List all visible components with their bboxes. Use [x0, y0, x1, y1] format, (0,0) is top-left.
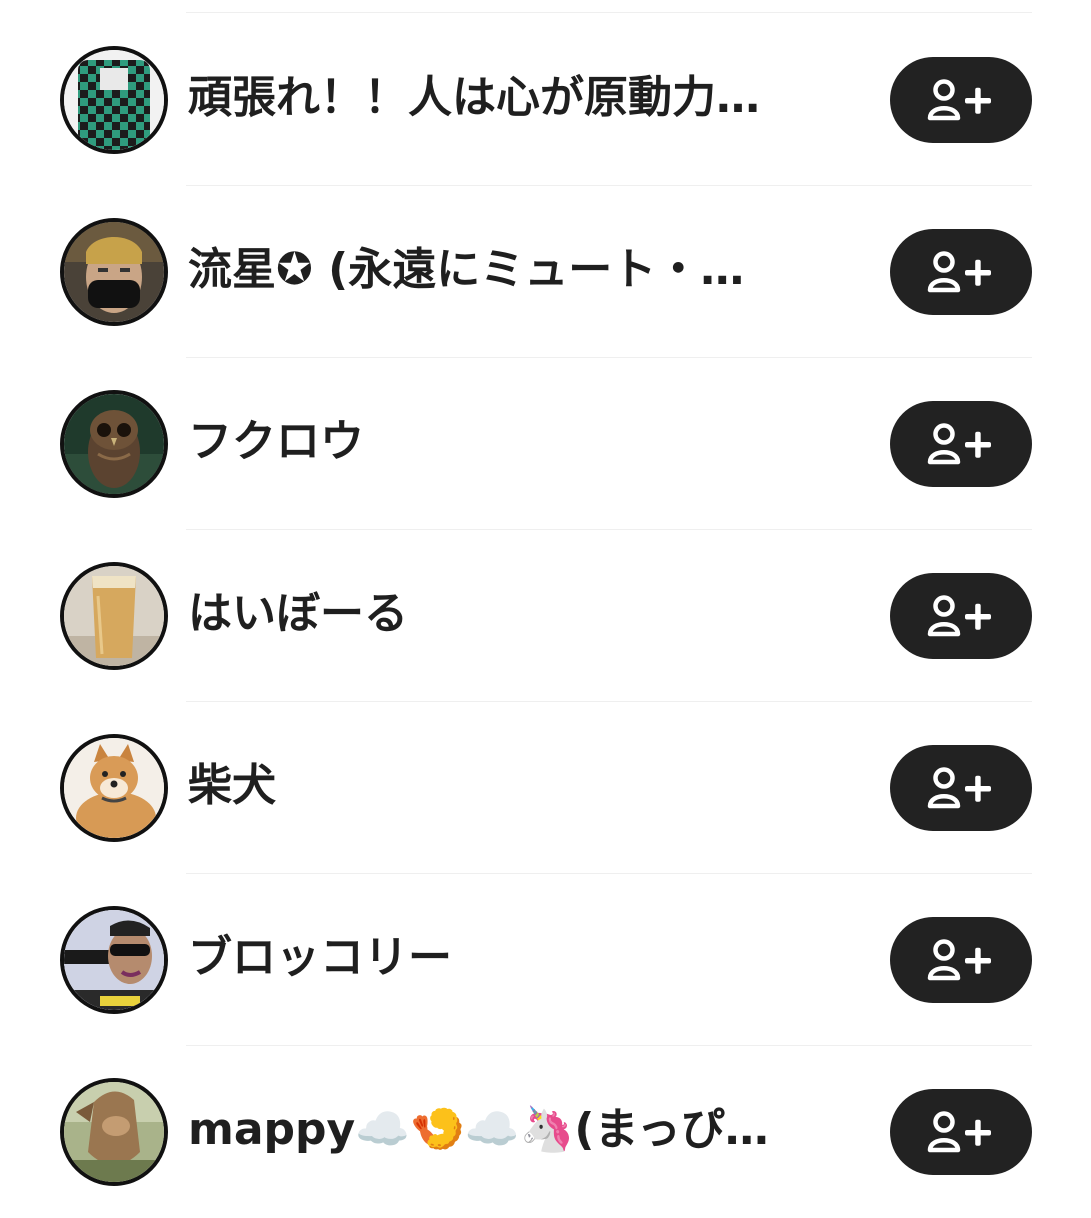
list-item[interactable]: 柴犬	[0, 702, 1091, 874]
follow-button[interactable]	[890, 745, 1032, 831]
highball-glass-avatar[interactable]	[60, 562, 168, 670]
user-list: 頑張れ！！人は心が原動力… 流星✪ (永遠にミュート・… フクロウ はいぼーる …	[0, 14, 1091, 1218]
list-item[interactable]: mappy☁️🍤☁️🦄(まっぴ…	[0, 1046, 1091, 1218]
list-item[interactable]: ブロッコリー	[0, 874, 1091, 1046]
user-name[interactable]: 柴犬	[188, 758, 838, 814]
list-top-divider	[186, 12, 1032, 13]
masked-man-avatar[interactable]	[60, 218, 168, 326]
user-name[interactable]: 流星✪ (永遠にミュート・…	[188, 242, 838, 298]
user-name[interactable]: ブロッコリー	[188, 930, 838, 986]
owl-avatar[interactable]	[60, 390, 168, 498]
add-user-icon	[927, 251, 991, 293]
add-user-icon	[927, 595, 991, 637]
user-name[interactable]: フクロウ	[188, 414, 838, 470]
follow-button[interactable]	[890, 401, 1032, 487]
list-item[interactable]: フクロウ	[0, 358, 1091, 530]
animal-statue-avatar[interactable]	[60, 1078, 168, 1186]
follow-button[interactable]	[890, 57, 1032, 143]
add-user-icon	[927, 939, 991, 981]
sunglasses-man-avatar[interactable]	[60, 906, 168, 1014]
checkered-hoodie-avatar[interactable]	[60, 46, 168, 154]
follow-button[interactable]	[890, 573, 1032, 659]
list-item[interactable]: 頑張れ！！人は心が原動力…	[0, 14, 1091, 186]
add-user-icon	[927, 767, 991, 809]
follow-button[interactable]	[890, 1089, 1032, 1175]
list-item[interactable]: 流星✪ (永遠にミュート・…	[0, 186, 1091, 358]
follow-button[interactable]	[890, 917, 1032, 1003]
list-item[interactable]: はいぼーる	[0, 530, 1091, 702]
add-user-icon	[927, 79, 991, 121]
follow-button[interactable]	[890, 229, 1032, 315]
user-name[interactable]: mappy☁️🍤☁️🦄(まっぴ…	[188, 1102, 838, 1158]
shiba-dog-avatar[interactable]	[60, 734, 168, 842]
user-name[interactable]: はいぼーる	[188, 586, 838, 642]
add-user-icon	[927, 1111, 991, 1153]
add-user-icon	[927, 423, 991, 465]
user-name[interactable]: 頑張れ！！人は心が原動力…	[188, 70, 838, 126]
